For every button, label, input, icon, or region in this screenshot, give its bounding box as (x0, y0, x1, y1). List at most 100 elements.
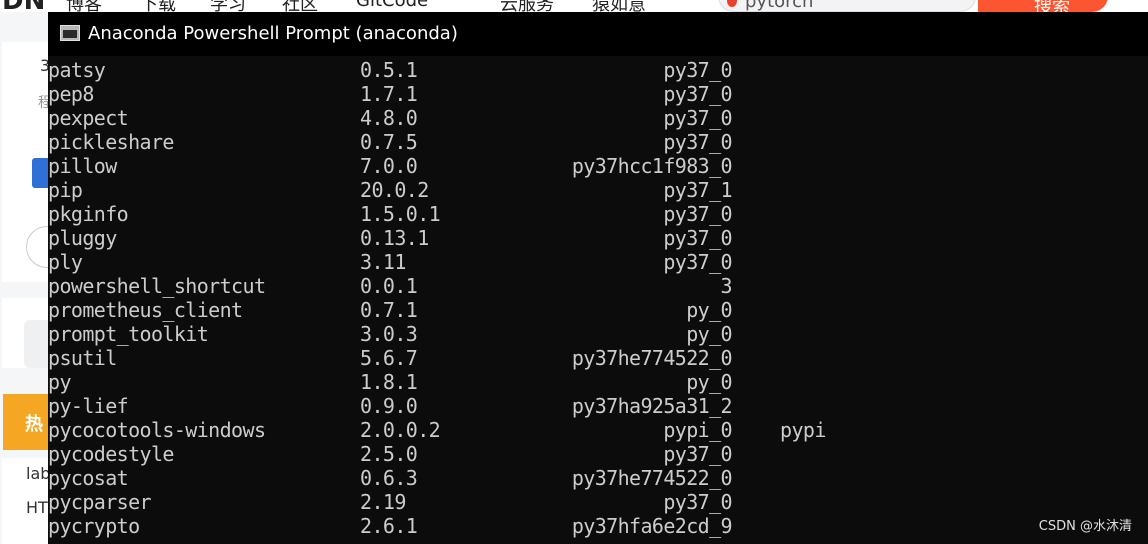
package-version: 2.19 (360, 490, 406, 514)
package-row: pexpect 4.8.0 py37_0 (48, 106, 1148, 130)
nav-item-learn[interactable]: 学习 (210, 0, 246, 12)
search-button[interactable]: 搜索 (978, 0, 1108, 12)
package-build: pypi_0 (663, 418, 732, 442)
package-row: psutil 5.6.7 py37he774522_0 (48, 346, 1148, 370)
package-name: prompt_toolkit (48, 322, 209, 346)
cube-icon (32, 158, 48, 188)
package-name: pycocotools-windows (48, 418, 266, 442)
sidebar-article-2[interactable]: HT (26, 498, 48, 517)
package-name: powershell_shortcut (48, 274, 266, 298)
nav-item-download[interactable]: 下载 (140, 0, 176, 12)
package-version: 1.5.0.1 (360, 202, 441, 226)
package-row: pep8 1.7.1 py37_0 (48, 82, 1148, 106)
package-build: py_0 (686, 370, 732, 394)
package-build: 3 (720, 274, 733, 298)
package-build: py37_1 (663, 178, 732, 202)
package-version: 3.11 (360, 250, 406, 274)
package-name: prometheus_client (48, 298, 243, 322)
sidebar-hot-banner[interactable]: 热 (3, 394, 48, 450)
sidebar-hot-label: 热 (25, 414, 43, 435)
nav-item-community[interactable]: 社区 (282, 0, 318, 12)
package-row: py 1.8.1 py_0 (48, 370, 1148, 394)
package-version: 0.7.1 (360, 298, 418, 322)
package-name: pycparser (48, 490, 152, 514)
package-build: py37_0 (663, 202, 732, 226)
package-row: pkginfo 1.5.0.1 py37_0 (48, 202, 1148, 226)
package-version: 2.5.0 (360, 442, 418, 466)
package-version: 1.8.1 (360, 370, 418, 394)
console-output[interactable]: patsy 0.5.1 py37_0 pep8 1.7.1 py37_0 pexpect 4.… (48, 56, 1148, 544)
package-build: py37hfa6e2cd_9 (571, 514, 733, 538)
package-row: pluggy 0.13.1 py37_0 (48, 226, 1148, 250)
package-row: pycodestyle 2.5.0 py37_0 (48, 442, 1148, 466)
package-build: py_0 (686, 322, 732, 346)
package-row: py-lief 0.9.0 py37ha925a31_2 (48, 394, 1148, 418)
nav-item-cloud[interactable]: 云服务 (500, 0, 554, 12)
package-version: 0.13.1 (360, 226, 429, 250)
package-version: 1.7.1 (360, 82, 418, 106)
package-name: pycosat (48, 466, 129, 490)
package-version: 0.5.1 (360, 58, 418, 82)
package-build: py37_0 (663, 130, 732, 154)
package-row: pycrypto 2.6.1 py37hfa6e2cd_9 (48, 514, 1148, 538)
package-version: 0.9.0 (360, 394, 418, 418)
nav-item-gitcode[interactable]: GitCode (356, 0, 428, 11)
package-version: 0.0.1 (360, 274, 418, 298)
terminal-title: Anaconda Powershell Prompt (anaconda) (88, 23, 458, 44)
nav-item-yuanruyi[interactable]: 猿如意 (592, 0, 646, 12)
package-version: 0.6.3 (360, 466, 418, 490)
package-name: pillow (48, 154, 117, 178)
package-version: 4.8.0 (360, 106, 418, 130)
package-version: 7.0.0 (360, 154, 418, 178)
package-row: pycparser 2.19 py37_0 (48, 490, 1148, 514)
package-version: 3.0.3 (360, 322, 418, 346)
package-build: py37_0 (663, 226, 732, 250)
flame-icon (727, 0, 737, 7)
package-name: pluggy (48, 226, 117, 250)
package-build: py37he774522_0 (571, 346, 733, 370)
package-version: 20.0.2 (360, 178, 429, 202)
package-name: pycrypto (48, 514, 140, 538)
package-version: 0.7.5 (360, 130, 418, 154)
package-row: ply 3.11 py37_0 (48, 250, 1148, 274)
package-build: py37_0 (663, 82, 732, 106)
package-row: prometheus_client 0.7.1 py_0 (48, 298, 1148, 322)
package-row: pillow 7.0.0 py37hcc1f983_0 (48, 154, 1148, 178)
package-build: py37ha925a31_2 (571, 394, 733, 418)
package-name: pycodestyle (48, 442, 174, 466)
package-version: 5.6.7 (360, 346, 418, 370)
package-name: pickleshare (48, 130, 174, 154)
search-input[interactable]: pytorch (718, 0, 976, 12)
package-name: pip (48, 178, 83, 202)
package-name: pep8 (48, 82, 94, 106)
package-build: py37_0 (663, 106, 732, 130)
package-row: patsy 0.5.1 py37_0 (48, 58, 1148, 82)
console-icon (60, 25, 80, 41)
browser-top-nav: DN 博客 下载 学习 社区 GitCode 云服务 猿如意 pytorch 搜… (0, 0, 1148, 12)
package-version: 2.0.0.2 (360, 418, 441, 442)
terminal-window[interactable]: Anaconda Powershell Prompt (anaconda) pa… (48, 12, 1148, 544)
package-channel: pypi (780, 418, 826, 442)
package-build: py37_0 (663, 58, 732, 82)
package-build: py37he774522_0 (571, 466, 733, 490)
package-name: py (48, 370, 71, 394)
search-button-label: 搜索 (1034, 0, 1070, 12)
package-build: py37hcc1f983_0 (571, 154, 733, 178)
package-name: patsy (48, 58, 106, 82)
package-row: prompt_toolkit 3.0.3 py_0 (48, 322, 1148, 346)
terminal-titlebar[interactable]: Anaconda Powershell Prompt (anaconda) (48, 12, 1148, 56)
site-logo[interactable]: DN (2, 0, 45, 12)
package-build: py_0 (686, 298, 732, 322)
package-row: powershell_shortcut 0.0.1 3 (48, 274, 1148, 298)
nav-item-blog[interactable]: 博客 (66, 0, 102, 12)
search-input-value: pytorch (745, 0, 814, 12)
package-row: pycosat 0.6.3 py37he774522_0 (48, 466, 1148, 490)
sidebar-article-1[interactable]: lab (26, 464, 50, 483)
package-name: pkginfo (48, 202, 129, 226)
package-build: py37_0 (663, 250, 732, 274)
package-build: py37_0 (663, 442, 732, 466)
package-build: py37_0 (663, 490, 732, 514)
package-row: pip 20.0.2 py37_1 (48, 178, 1148, 202)
package-row: pickleshare 0.7.5 py37_0 (48, 130, 1148, 154)
package-name: pexpect (48, 106, 129, 130)
